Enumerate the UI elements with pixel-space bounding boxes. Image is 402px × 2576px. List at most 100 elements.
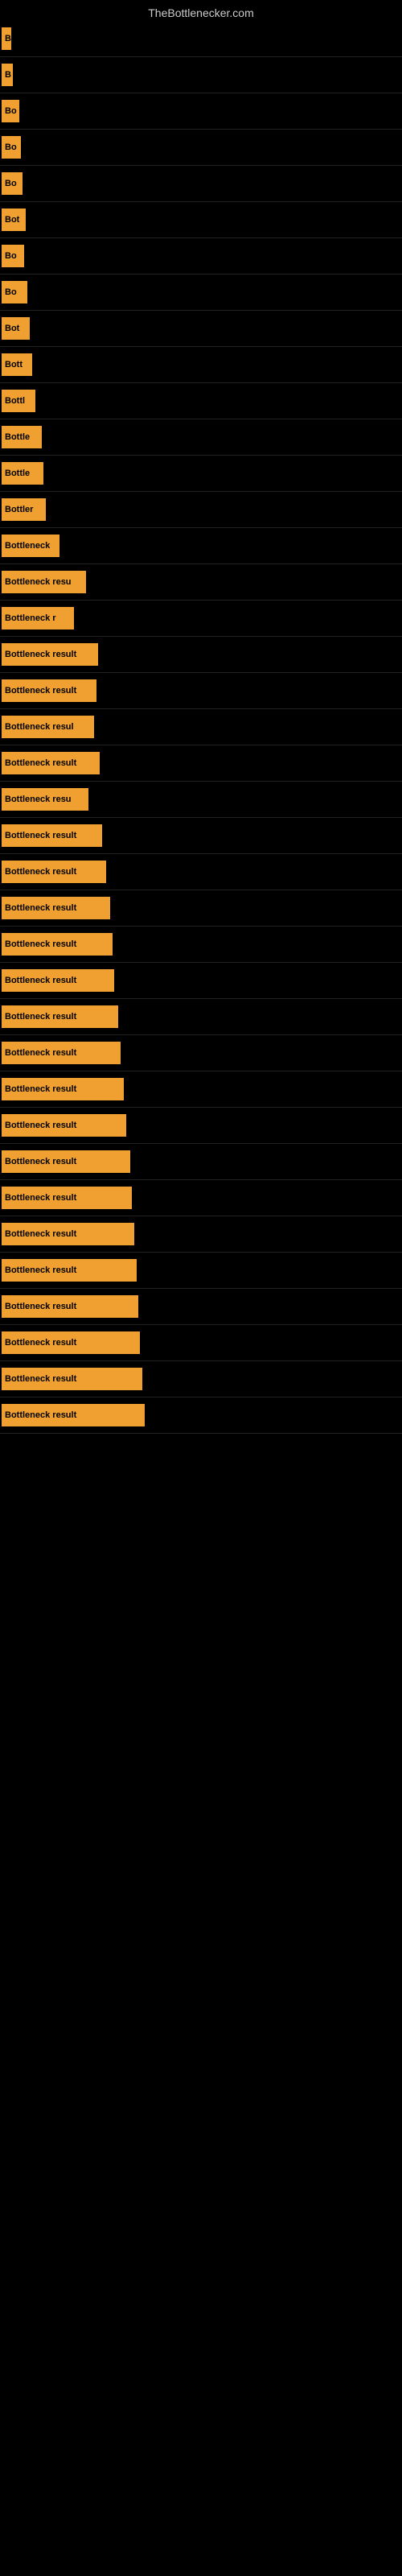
bar-separator bbox=[0, 237, 402, 238]
bar-separator bbox=[0, 817, 402, 818]
bar-item: Bottleneck result bbox=[0, 1218, 402, 1250]
bar-separator bbox=[0, 1034, 402, 1035]
bar-item: Bottleneck result bbox=[0, 1182, 402, 1214]
bar-label: Bottleneck result bbox=[2, 752, 100, 774]
bar-item: Bottleneck result bbox=[0, 1109, 402, 1141]
bar-label: Bottle bbox=[2, 462, 43, 485]
bar-item: Bo bbox=[0, 131, 402, 163]
bar-item: Bottleneck result bbox=[0, 856, 402, 888]
bar-item: Bottleneck result bbox=[0, 1037, 402, 1069]
bar-item: Bottleneck resu bbox=[0, 566, 402, 598]
bar-separator bbox=[0, 56, 402, 57]
bars-container: BB Bo Bo Bo Bot Bo Bo Bot Bott Bottl Bottle Bottle B… bbox=[0, 23, 402, 1434]
bar-label: Bottleneck result bbox=[2, 1114, 126, 1137]
bar-label: B bbox=[2, 27, 11, 50]
bar-label: Bottleneck result bbox=[2, 1187, 132, 1209]
bar-item: Bottler bbox=[0, 493, 402, 526]
bar-item: Bo bbox=[0, 276, 402, 308]
bar-label: Bottleneck result bbox=[2, 861, 106, 883]
bar-item: Bottle bbox=[0, 457, 402, 489]
bar-label: Bottleneck result bbox=[2, 1150, 130, 1173]
bar-label: Bo bbox=[2, 245, 24, 267]
bar-separator bbox=[0, 708, 402, 709]
bar-item: Bottleneck result bbox=[0, 1254, 402, 1286]
bar-item: Bo bbox=[0, 167, 402, 200]
bar-separator bbox=[0, 1252, 402, 1253]
bar-separator bbox=[0, 998, 402, 999]
bar-label: Bottleneck result bbox=[2, 1404, 145, 1426]
bar-separator bbox=[0, 455, 402, 456]
bar-label: B bbox=[2, 64, 13, 86]
bar-separator bbox=[0, 1360, 402, 1361]
bar-item: Bo bbox=[0, 95, 402, 127]
bar-separator bbox=[0, 781, 402, 782]
bar-separator bbox=[0, 1107, 402, 1108]
bar-label: Bottleneck result bbox=[2, 933, 113, 956]
bar-separator bbox=[0, 672, 402, 673]
bar-label: Bo bbox=[2, 281, 27, 303]
bar-item: Bottleneck r bbox=[0, 602, 402, 634]
bar-separator bbox=[0, 926, 402, 927]
bar-separator bbox=[0, 1433, 402, 1434]
bar-item: B bbox=[0, 59, 402, 91]
bar-item: Bottleneck result bbox=[0, 747, 402, 779]
bar-item: B bbox=[0, 23, 402, 55]
bar-item: Bottleneck result bbox=[0, 675, 402, 707]
bar-label: Bottleneck result bbox=[2, 1259, 137, 1282]
bar-label: Bottleneck result bbox=[2, 643, 98, 666]
bar-label: Bottleneck result bbox=[2, 1368, 142, 1390]
bar-separator bbox=[0, 491, 402, 492]
bar-label: Bot bbox=[2, 208, 26, 231]
bar-item: Bottleneck result bbox=[0, 892, 402, 924]
bar-item: Bot bbox=[0, 312, 402, 345]
bar-label: Bo bbox=[2, 136, 21, 159]
bar-label: Bottleneck result bbox=[2, 679, 96, 702]
bar-separator bbox=[0, 1143, 402, 1144]
bar-label: Bottleneck result bbox=[2, 824, 102, 847]
bar-item: Bott bbox=[0, 349, 402, 381]
bar-label: Bottleneck result bbox=[2, 1042, 121, 1064]
bar-label: Bottleneck result bbox=[2, 969, 114, 992]
bar-item: Bottl bbox=[0, 385, 402, 417]
bar-item: Bottleneck result bbox=[0, 1327, 402, 1359]
bar-item: Bottleneck result bbox=[0, 1399, 402, 1431]
bar-item: Bottleneck result bbox=[0, 928, 402, 960]
bar-label: Bottleneck resul bbox=[2, 716, 94, 738]
bar-label: Bottle bbox=[2, 426, 42, 448]
bar-label: Bo bbox=[2, 100, 19, 122]
bar-item: Bottleneck resul bbox=[0, 711, 402, 743]
bar-item: Bottleneck result bbox=[0, 1290, 402, 1323]
bar-label: Bottleneck result bbox=[2, 1331, 140, 1354]
bar-item: Bottleneck result bbox=[0, 1146, 402, 1178]
bar-item: Bottleneck bbox=[0, 530, 402, 562]
bar-separator bbox=[0, 129, 402, 130]
bar-separator bbox=[0, 201, 402, 202]
bar-item: Bo bbox=[0, 240, 402, 272]
bar-separator bbox=[0, 636, 402, 637]
bar-item: Bottle bbox=[0, 421, 402, 453]
bar-item: Bottleneck result bbox=[0, 819, 402, 852]
bar-label: Bottleneck result bbox=[2, 1005, 118, 1028]
bar-label: Bottleneck result bbox=[2, 897, 110, 919]
bar-separator bbox=[0, 962, 402, 963]
bar-item: Bottleneck result bbox=[0, 964, 402, 997]
bar-item: Bottleneck resu bbox=[0, 783, 402, 815]
bar-label: Bottleneck result bbox=[2, 1078, 124, 1100]
bar-item: Bottleneck result bbox=[0, 1073, 402, 1105]
bar-separator bbox=[0, 1288, 402, 1289]
bar-label: Bottleneck result bbox=[2, 1295, 138, 1318]
bar-item: Bot bbox=[0, 204, 402, 236]
bar-item: Bottleneck result bbox=[0, 638, 402, 671]
bar-separator bbox=[0, 346, 402, 347]
bar-label: Bottleneck r bbox=[2, 607, 74, 630]
bar-label: Bottler bbox=[2, 498, 46, 521]
bar-separator bbox=[0, 274, 402, 275]
bar-label: Bottl bbox=[2, 390, 35, 412]
site-title: TheBottlenecker.com bbox=[0, 0, 402, 23]
bar-separator bbox=[0, 382, 402, 383]
bar-label: Bottleneck resu bbox=[2, 571, 86, 593]
bar-separator bbox=[0, 527, 402, 528]
bar-separator bbox=[0, 600, 402, 601]
bar-label: Bot bbox=[2, 317, 30, 340]
bar-separator bbox=[0, 1324, 402, 1325]
